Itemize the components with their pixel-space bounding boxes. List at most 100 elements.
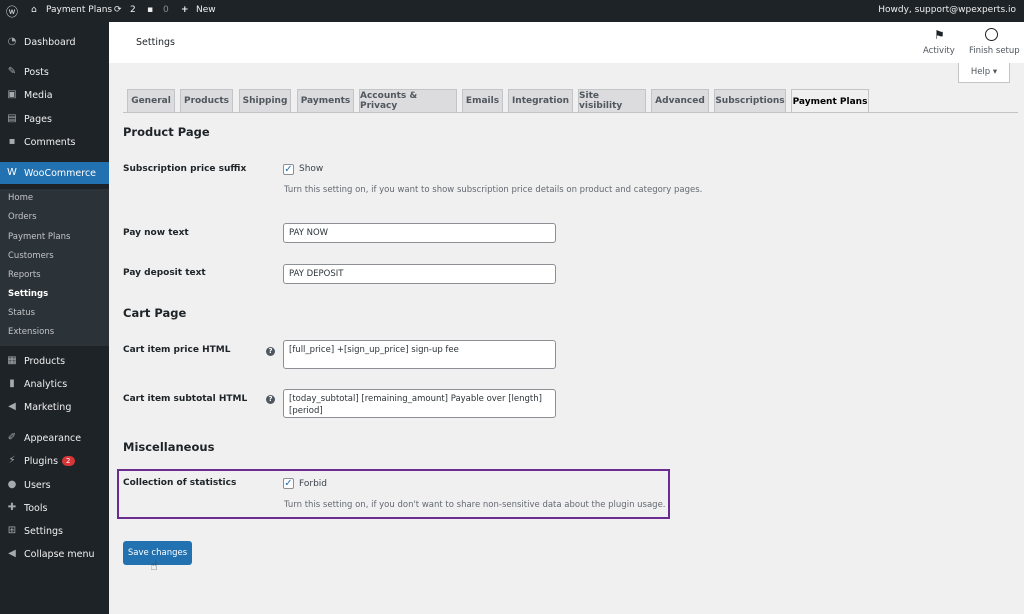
cart-subtotal-textarea[interactable]: [today_subtotal] [remaining_amount] Paya… bbox=[283, 389, 556, 418]
sidebar-item-label: Media bbox=[24, 89, 53, 101]
sidebar-item-label: Products bbox=[24, 355, 66, 367]
cart-subtotal-label: Cart item subtotal HTML bbox=[123, 394, 248, 404]
submenu-item-status[interactable]: Status bbox=[8, 308, 35, 318]
sidebar-item-label: Posts bbox=[24, 66, 49, 78]
wrench-icon: ✚ bbox=[7, 502, 17, 513]
progress-circle-icon[interactable] bbox=[985, 28, 998, 41]
tab-site-visibility[interactable]: Site visibility bbox=[578, 89, 646, 112]
finish-setup-button[interactable]: Finish setup bbox=[969, 46, 1020, 56]
tab-products[interactable]: Products bbox=[180, 89, 233, 112]
sidebar-item-label: Pages bbox=[24, 113, 52, 125]
sidebar-item-label: Plugins bbox=[24, 455, 59, 467]
new-link[interactable]: New bbox=[196, 5, 216, 15]
plugin-icon: ⚡ bbox=[8, 455, 16, 466]
sidebar-item-comments[interactable]: ▪ Comments bbox=[0, 131, 109, 153]
sidebar-item-label: Comments bbox=[24, 136, 76, 148]
submenu-item-reports[interactable]: Reports bbox=[8, 270, 41, 280]
sidebar-item-label: Dashboard bbox=[24, 36, 76, 48]
tab-emails[interactable]: Emails bbox=[462, 89, 503, 112]
updates-count: 2 bbox=[130, 5, 136, 15]
section-product-page: Product Page bbox=[123, 125, 210, 139]
sidebar-item-label: Users bbox=[24, 479, 51, 491]
sidebar-item-plugins[interactable]: ⚡ Plugins 2 bbox=[0, 450, 109, 472]
megaphone-icon: ◀ bbox=[8, 401, 16, 412]
sidebar-item-posts[interactable]: ✎ Posts bbox=[0, 61, 109, 83]
flag-icon[interactable]: ⚑ bbox=[934, 28, 945, 42]
cursor-hand-icon: ☝ bbox=[150, 559, 158, 574]
settings-icon: ⊞ bbox=[7, 525, 17, 536]
sidebar-item-appearance[interactable]: ✐ Appearance bbox=[0, 427, 109, 449]
pay-now-label: Pay now text bbox=[123, 228, 189, 238]
activity-button[interactable]: Activity bbox=[923, 46, 955, 56]
sidebar-item-products[interactable]: ▦ Products bbox=[0, 350, 109, 372]
site-name-link[interactable]: Payment Plans bbox=[46, 5, 112, 15]
sidebar-item-woocommerce[interactable]: W WooCommerce bbox=[0, 162, 109, 184]
admin-bar: ⓦ ⌂ Payment Plans ⟳ 2 ▪ 0 + New Howdy, s… bbox=[0, 0, 1024, 22]
plugins-update-badge: 2 bbox=[62, 456, 75, 466]
submenu-item-payment-plans[interactable]: Payment Plans bbox=[8, 232, 70, 242]
stats-label: Collection of statistics bbox=[123, 478, 237, 488]
brush-icon: ✐ bbox=[7, 432, 17, 443]
statistics-highlight bbox=[117, 469, 670, 519]
sidebar-item-label: Tools bbox=[24, 502, 48, 514]
tab-payment-plans[interactable]: Payment Plans bbox=[791, 89, 869, 113]
tabs-divider bbox=[123, 112, 1018, 113]
plus-icon: + bbox=[181, 5, 189, 15]
collapse-icon: ◀ bbox=[8, 548, 16, 559]
sidebar-item-users[interactable]: ● Users bbox=[0, 474, 109, 496]
page-header: Settings ⚑ Activity Finish setup bbox=[109, 22, 1024, 63]
sidebar-item-collapse-menu[interactable]: ◀ Collapse menu bbox=[0, 543, 109, 565]
woo-icon: W bbox=[7, 167, 17, 178]
sidebar-item-label: Analytics bbox=[24, 378, 68, 390]
pay-now-input[interactable]: PAY NOW bbox=[283, 223, 556, 243]
suffix-description: Turn this setting on, if you want to sho… bbox=[284, 185, 703, 195]
stats-checkbox[interactable]: ✓ bbox=[283, 478, 294, 489]
section-cart-page: Cart Page bbox=[123, 306, 187, 320]
sidebar-item-pages[interactable]: ▤ Pages bbox=[0, 108, 109, 130]
tab-shipping[interactable]: Shipping bbox=[239, 89, 291, 112]
submenu-item-customers[interactable]: Customers bbox=[8, 251, 54, 261]
comments-icon[interactable]: ▪ bbox=[147, 5, 153, 15]
tab-integration[interactable]: Integration bbox=[508, 89, 573, 112]
tab-general[interactable]: General bbox=[127, 89, 175, 112]
pay-deposit-input[interactable]: PAY DEPOSIT bbox=[283, 264, 556, 284]
submenu-item-extensions[interactable]: Extensions bbox=[8, 327, 54, 337]
chart-icon: ▮ bbox=[9, 378, 15, 389]
help-button[interactable]: Help ▾ bbox=[958, 63, 1010, 83]
submenu-item-home[interactable]: Home bbox=[8, 193, 33, 203]
submenu-item-orders[interactable]: Orders bbox=[8, 212, 37, 222]
sidebar-item-label: Settings bbox=[24, 525, 63, 537]
sidebar-item-analytics[interactable]: ▮ Analytics bbox=[0, 373, 109, 395]
sidebar-item-label: Collapse menu bbox=[24, 548, 95, 560]
dashboard-icon: ◔ bbox=[7, 36, 17, 47]
howdy-link[interactable]: Howdy, support@wpexperts.io bbox=[878, 5, 1016, 15]
section-miscellaneous: Miscellaneous bbox=[123, 440, 215, 454]
sidebar-item-dashboard[interactable]: ◔ Dashboard bbox=[0, 31, 109, 53]
sidebar-item-marketing[interactable]: ◀ Marketing bbox=[0, 396, 109, 418]
tab-accounts-privacy[interactable]: Accounts & Privacy bbox=[359, 89, 457, 112]
wordpress-logo-icon[interactable]: ⓦ bbox=[6, 3, 18, 20]
cart-price-label: Cart item price HTML bbox=[123, 345, 231, 355]
updates-icon[interactable]: ⟳ bbox=[114, 5, 122, 15]
media-icon: ▣ bbox=[7, 89, 17, 100]
tab-advanced[interactable]: Advanced bbox=[651, 89, 709, 112]
submenu-item-settings[interactable]: Settings bbox=[8, 289, 48, 299]
sidebar-item-label: Appearance bbox=[24, 432, 82, 444]
sidebar-item-tools[interactable]: ✚ Tools bbox=[0, 497, 109, 519]
pay-deposit-label: Pay deposit text bbox=[123, 268, 206, 278]
page-icon: ▤ bbox=[7, 113, 17, 124]
cart-price-textarea[interactable]: [full_price] +[sign_up_price] sign-up fe… bbox=[283, 340, 556, 369]
tab-subscriptions[interactable]: Subscriptions bbox=[714, 89, 786, 112]
stats-check-label: Forbid bbox=[299, 479, 327, 489]
help-icon[interactable]: ? bbox=[266, 395, 275, 404]
sidebar-item-settings[interactable]: ⊞ Settings bbox=[0, 520, 109, 542]
home-icon: ⌂ bbox=[31, 5, 37, 15]
page-title: Settings bbox=[136, 37, 175, 48]
help-icon[interactable]: ? bbox=[266, 347, 275, 356]
suffix-label: Subscription price suffix bbox=[123, 164, 247, 174]
sidebar-item-media[interactable]: ▣ Media bbox=[0, 84, 109, 106]
comment-icon: ▪ bbox=[8, 136, 16, 147]
suffix-checkbox[interactable]: ✓ bbox=[283, 164, 294, 175]
tab-payments[interactable]: Payments bbox=[297, 89, 354, 112]
users-icon: ● bbox=[7, 479, 17, 490]
